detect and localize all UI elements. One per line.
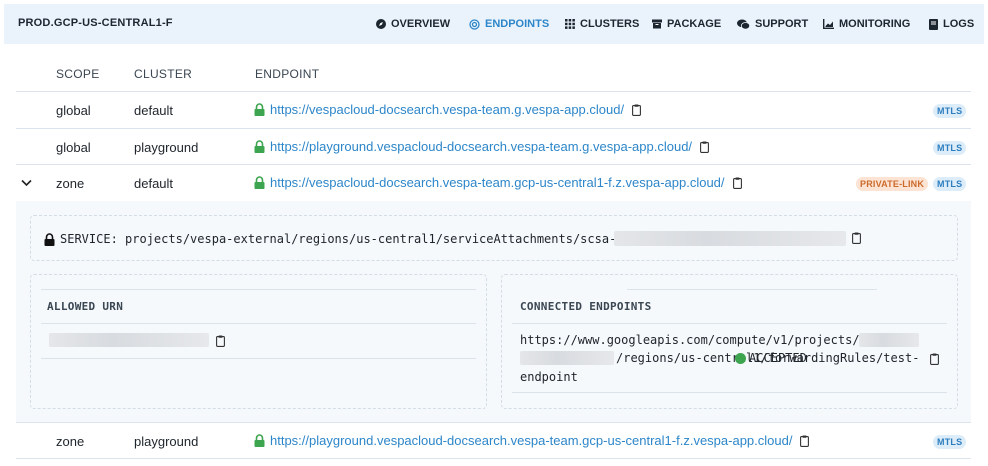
connected-endpoint-line: https://www.googleapis.com/compute/v1/pr… [520,333,860,347]
allowed-urn-title: ALLOWED URN [47,300,124,313]
endpoint-link[interactable]: https://vespacloud-docsearch.vespa-team.… [270,175,725,190]
copy-icon[interactable] [632,104,642,116]
nav-overview[interactable]: OVERVIEW [376,4,450,44]
status-dot [735,353,746,364]
scope-cell: zone [56,176,85,191]
nav-logs[interactable]: LOGS [929,4,974,44]
nav-logs-label: LOGS [943,18,975,30]
endpoint-cell: https://vespacloud-docsearch.vespa-team.… [254,175,742,190]
copy-icon[interactable] [732,177,742,189]
lock-icon [44,233,55,246]
mtls-badge: MTLS [933,104,967,118]
redacted-project [520,351,614,365]
scope-cell: zone [56,434,85,449]
private-link-details: SERVICE: projects/vespa-external/regions… [16,201,971,422]
page-title: PROD.GCP-US-CENTRAL1-F [18,17,173,29]
grid-icon [565,19,575,29]
divider [627,289,877,290]
nav-clusters-label: CLUSTERS [580,18,640,30]
lock-icon [254,434,265,447]
column-header-cluster: CLUSTER [134,67,193,81]
service-attachment-text: SERVICE: projects/vespa-external/regions… [60,232,616,246]
divider [41,323,476,324]
redacted-project [859,333,919,347]
table-row: global playground https://playground.ves… [16,128,971,165]
service-attachment-box: SERVICE: projects/vespa-external/regions… [30,215,958,261]
top-bar: PROD.GCP-US-CENTRAL1-F OVERVIEW ENDPOINT… [4,4,984,44]
lock-icon [254,140,265,153]
divider [16,458,971,459]
table-row: zone playground https://playground.vespa… [16,422,971,459]
nav-support[interactable]: SUPPORT [737,4,808,44]
scope-cell: global [56,140,91,155]
compass-icon [376,19,386,29]
connected-endpoints-title: CONNECTED ENDPOINTS [520,300,652,313]
column-header-endpoint: ENDPOINT [255,67,320,81]
chat-icon [737,19,750,29]
copy-icon[interactable] [852,232,861,244]
copy-icon[interactable] [800,435,810,447]
redacted-text [614,231,846,246]
nav-endpoints-label: ENDPOINTS [485,18,550,30]
connected-endpoint-line: endpoint [520,370,578,384]
mtls-badge: MTLS [933,141,967,155]
nav-support-label: SUPPORT [755,18,809,30]
mtls-badge: MTLS [933,435,967,449]
endpoint-link[interactable]: https://vespacloud-docsearch.vespa-team.… [270,102,624,117]
divider [41,289,476,290]
nav-overview-label: OVERVIEW [391,18,451,30]
endpoint-cell: https://vespacloud-docsearch.vespa-team.… [254,102,642,117]
table-row[interactable]: zone default https://vespacloud-docsearc… [16,164,971,201]
nav-monitoring[interactable]: MONITORING [823,4,910,44]
cluster-cell: playground [134,140,199,155]
package-icon [652,19,662,29]
column-header-scope: SCOPE [56,67,100,81]
redacted-urn [49,333,209,347]
chevron-down-icon[interactable] [21,179,32,187]
nav-clusters[interactable]: CLUSTERS [565,4,639,44]
nav-package-label: PACKAGE [667,18,722,30]
connected-endpoints-panel: CONNECTED ENDPOINTS https://www.googleap… [501,274,958,409]
cluster-cell: default [134,176,174,191]
copy-icon[interactable] [930,353,939,365]
book-icon [929,18,938,30]
lock-icon [254,176,265,189]
copy-icon[interactable] [216,335,225,347]
table-row: global default https://vespacloud-docsea… [16,91,971,128]
lock-icon [254,103,265,116]
divider [512,323,947,324]
endpoint-link[interactable]: https://playground.vespacloud-docsearch.… [270,433,792,448]
endpoint-cell: https://playground.vespacloud-docsearch.… [254,139,709,154]
private-link-badge: PRIVATE-LINK [856,177,929,191]
chart-icon [823,19,834,29]
mtls-badge: MTLS [933,177,967,191]
allowed-urn-panel: ALLOWED URN [30,274,487,409]
cluster-cell: playground [134,434,199,449]
cluster-cell: default [134,103,174,118]
nav-package[interactable]: PACKAGE [652,4,721,44]
endpoint-cell: https://playground.vespacloud-docsearch.… [254,433,810,448]
endpoints-icon [469,18,480,30]
divider [512,392,947,393]
service-label: SERVICE: [60,232,118,246]
service-value: projects/vespa-external/regions/us-centr… [125,232,617,246]
endpoint-link[interactable]: https://playground.vespacloud-docsearch.… [270,139,692,154]
scope-cell: global [56,103,91,118]
nav-monitoring-label: MONITORING [839,18,911,30]
copy-icon[interactable] [700,141,709,153]
status-label: ACCEPTED [749,351,807,365]
nav-endpoints[interactable]: ENDPOINTS [469,4,549,44]
divider [41,358,476,359]
